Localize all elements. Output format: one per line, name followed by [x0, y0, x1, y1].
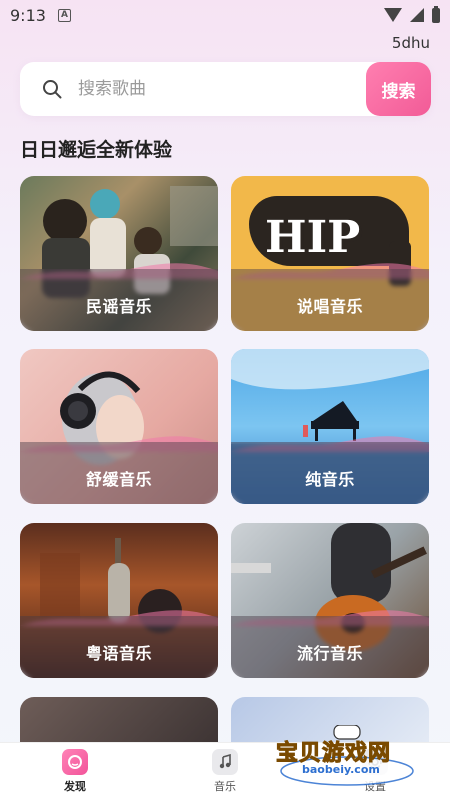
notification-icon: A — [57, 8, 71, 22]
username: 5dhu — [391, 34, 430, 52]
category-card-folk[interactable]: 民谣音乐 — [20, 176, 218, 331]
category-label: 舒缓音乐 — [85, 470, 152, 489]
search-box: 搜索 — [20, 62, 431, 116]
category-card-pop[interactable]: 流行音乐 — [231, 523, 429, 678]
battery-icon — [432, 5, 440, 23]
category-label: 说唱音乐 — [296, 297, 363, 316]
nav-label: 音乐 — [214, 780, 236, 793]
category-label: 流行音乐 — [296, 644, 363, 663]
status-icons — [384, 5, 440, 23]
category-card-soothing[interactable]: 舒缓音乐 — [20, 349, 218, 504]
category-label: 民谣音乐 — [85, 297, 152, 316]
search-icon — [43, 80, 62, 99]
discover-icon — [62, 749, 88, 775]
section-title: 日日邂逅全新体验 — [20, 139, 173, 161]
category-card-rap[interactable]: HIP 说唱音乐 — [231, 176, 429, 331]
nav-item-settings[interactable]: 设置 — [300, 743, 450, 800]
nav-item-music[interactable]: 音乐 — [150, 743, 300, 800]
category-label: 粤语音乐 — [85, 644, 152, 663]
nav-item-discover[interactable]: 发现 — [0, 743, 150, 800]
category-label: 纯音乐 — [305, 470, 355, 489]
settings-icon — [362, 749, 388, 775]
status-time: 9:13 — [10, 5, 46, 25]
status-bar: 9:13 A — [0, 0, 450, 30]
nav-label: 发现 — [64, 780, 86, 793]
bottom-nav: 发现 音乐 设置 — [0, 742, 450, 800]
category-card-pure[interactable]: 纯音乐 — [231, 349, 429, 504]
nav-label: 设置 — [364, 780, 386, 793]
search-input[interactable] — [78, 62, 368, 116]
music-note-icon — [212, 749, 238, 775]
signal-icon — [410, 8, 424, 22]
wifi-icon — [384, 8, 402, 22]
search-button[interactable]: 搜索 — [366, 62, 431, 116]
category-card-cantonese[interactable]: 粤语音乐 — [20, 523, 218, 678]
